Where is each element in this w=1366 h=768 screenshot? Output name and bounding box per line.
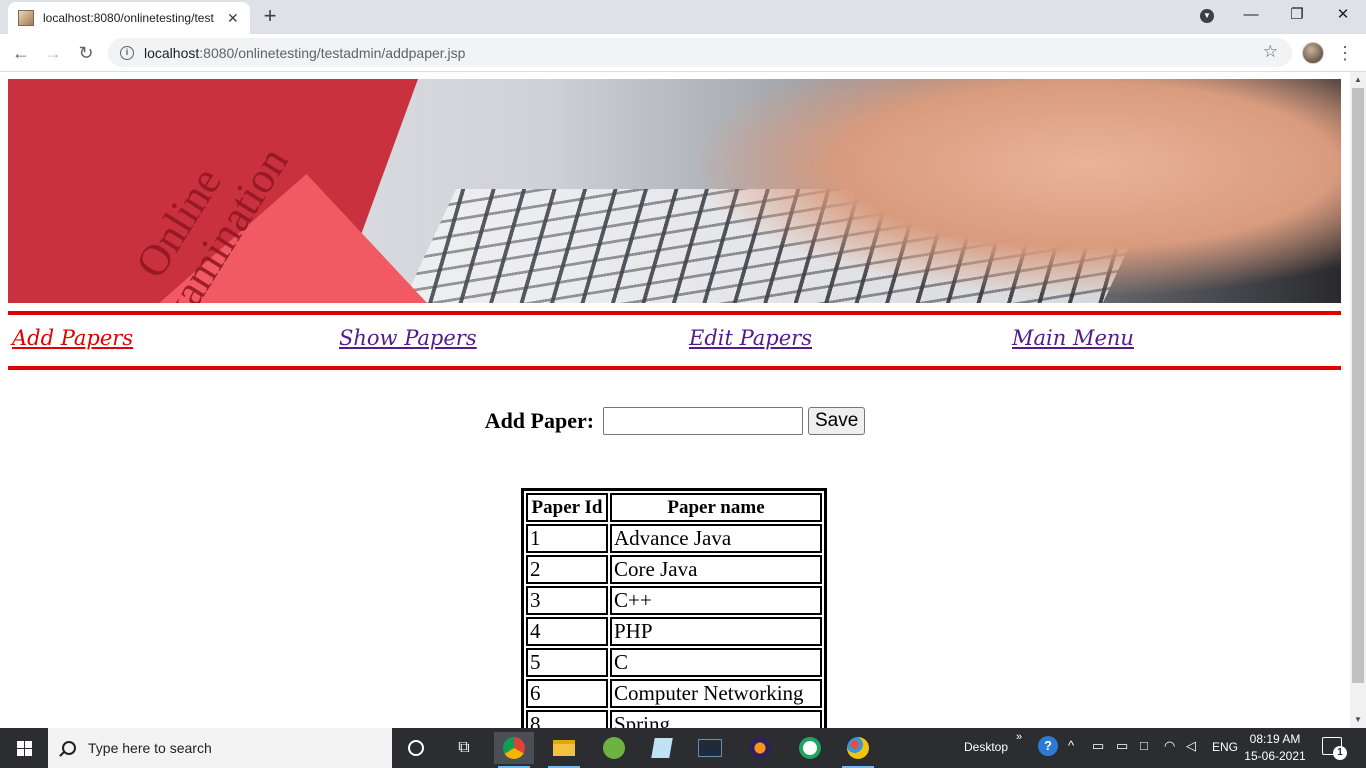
notepad-icon[interactable] xyxy=(642,732,682,764)
display-icon[interactable]: □ xyxy=(1140,738,1148,753)
windows-start-icon[interactable] xyxy=(0,728,48,768)
new-tab-button[interactable]: + xyxy=(258,5,282,29)
scrollbar-thumb[interactable] xyxy=(1352,88,1364,683)
paper-id-cell: 3 xyxy=(526,586,608,615)
paper-name-cell: Computer Networking xyxy=(610,679,822,708)
battery-icon[interactable]: ▭ xyxy=(1116,738,1128,754)
table-row: 8 Spring xyxy=(526,710,822,728)
cortana-icon[interactable] xyxy=(396,732,436,764)
browser-toolbar: ← → ↻ i localhost:8080/onlinetesting/tes… xyxy=(0,34,1366,72)
column-header-paper-name: Paper name xyxy=(610,493,822,522)
forward-arrow-icon[interactable]: → xyxy=(40,40,66,66)
language-indicator[interactable]: ENG xyxy=(1212,740,1238,754)
tab-title: localhost:8080/onlinetesting/test xyxy=(43,11,214,25)
search-placeholder: Type here to search xyxy=(88,740,212,756)
tab-close-icon[interactable]: ✕ xyxy=(227,10,239,27)
volume-icon[interactable]: ◁ xyxy=(1186,738,1196,754)
page-viewport: Online Examination Add Papers Show Paper… xyxy=(0,72,1350,728)
clock-date: 15-06-2021 xyxy=(1244,749,1306,763)
table-row: 2 Core Java xyxy=(526,555,822,584)
table-row: 1 Advance Java xyxy=(526,524,822,553)
page-scrollbar[interactable]: ▲ ▼ xyxy=(1350,72,1366,728)
paper-id-cell: 8 xyxy=(526,710,608,728)
chrome-profile-menu-icon[interactable]: ▼ xyxy=(1200,9,1214,23)
file-explorer-icon[interactable] xyxy=(544,732,584,768)
browser-tab[interactable]: localhost:8080/onlinetesting/test ✕ xyxy=(8,2,250,34)
bookmark-star-icon[interactable]: ☆ xyxy=(1263,42,1278,62)
add-paper-label: Add Paper: xyxy=(484,408,595,433)
taskbar-clock[interactable]: 08:19 AM 15-06-2021 xyxy=(1240,731,1310,765)
clock-time: 08:19 AM xyxy=(1249,732,1301,746)
help-icon[interactable]: ? xyxy=(1038,736,1058,756)
browser-tabstrip: localhost:8080/onlinetesting/test ✕ + ▼ … xyxy=(0,0,1366,34)
paint-icon[interactable] xyxy=(838,732,878,768)
check-app-icon[interactable] xyxy=(790,732,830,764)
desktop-toolbar-label[interactable]: Desktop xyxy=(964,740,1008,754)
paper-id-cell: 5 xyxy=(526,648,608,677)
search-icon xyxy=(62,741,76,755)
table-row: 4 PHP xyxy=(526,617,822,646)
notification-center-icon[interactable]: 1 xyxy=(1322,737,1347,760)
scroll-down-arrow-icon[interactable]: ▼ xyxy=(1350,712,1366,728)
table-row: 6 Computer Networking xyxy=(526,679,822,708)
banner-hands xyxy=(698,79,1341,294)
mysql-workbench-icon[interactable] xyxy=(690,732,730,764)
paper-id-cell: 4 xyxy=(526,617,608,646)
wifi-icon[interactable]: ◠ xyxy=(1164,738,1175,754)
toolbar-overflow-icon[interactable]: » xyxy=(1016,731,1022,743)
back-arrow-icon[interactable]: ← xyxy=(8,40,34,66)
paper-id-cell: 6 xyxy=(526,679,608,708)
eclipse-icon[interactable] xyxy=(740,732,780,764)
window-minimize-button[interactable]: — xyxy=(1228,0,1274,30)
paper-name-cell: C xyxy=(610,648,822,677)
window-close-button[interactable]: ✕ xyxy=(1320,0,1366,30)
nav-show-papers[interactable]: Show Papers xyxy=(339,326,477,350)
chrome-taskbar-icon[interactable] xyxy=(494,732,534,768)
profile-avatar[interactable] xyxy=(1302,42,1324,64)
task-view-icon[interactable]: ⧉ xyxy=(444,732,484,764)
table-row: 3 C++ xyxy=(526,586,822,615)
paper-name-input[interactable] xyxy=(602,407,803,435)
table-row: 5C xyxy=(526,648,822,677)
paper-id-cell: 1 xyxy=(526,524,608,553)
spring-tool-suite-icon[interactable] xyxy=(594,732,634,764)
notification-count-badge: 1 xyxy=(1333,746,1347,760)
paper-name-cell: PHP xyxy=(610,617,822,646)
papers-table: Paper Id Paper name 1 Advance Java 2 Core … xyxy=(521,488,827,728)
address-bar[interactable]: i localhost:8080/onlinetesting/testadmin… xyxy=(108,38,1292,67)
chrome-menu-icon[interactable]: ⋮ xyxy=(1336,42,1354,64)
show-hidden-icons-icon[interactable]: ^ xyxy=(1068,738,1074,753)
paper-name-cell: C++ xyxy=(610,586,822,615)
url-host: localhost xyxy=(144,44,200,61)
taskbar-search-box[interactable]: Type here to search xyxy=(48,728,392,768)
main-nav: Add Papers Show Papers Edit Papers Main … xyxy=(8,311,1341,370)
window-restore-button[interactable]: ❐ xyxy=(1274,0,1320,30)
site-info-icon[interactable]: i xyxy=(120,45,134,60)
nav-edit-papers[interactable]: Edit Papers xyxy=(689,326,812,350)
reload-icon[interactable]: ↻ xyxy=(73,40,99,66)
scroll-up-arrow-icon[interactable]: ▲ xyxy=(1350,72,1366,88)
url-path: :8080/onlinetesting/testadmin/addpaper.j… xyxy=(199,44,466,61)
nav-add-papers[interactable]: Add Papers xyxy=(12,326,133,350)
save-button[interactable]: Save xyxy=(807,407,866,435)
table-header-row: Paper Id Paper name xyxy=(526,493,822,522)
meet-now-icon[interactable]: ▭ xyxy=(1092,738,1104,754)
paper-id-cell: 2 xyxy=(526,555,608,584)
address-url[interactable]: localhost:8080/onlinetesting/testadmin/a… xyxy=(144,45,465,61)
nav-main-menu[interactable]: Main Menu xyxy=(1012,326,1134,350)
paper-name-cell: Advance Java xyxy=(610,524,822,553)
windows-taskbar: Type here to search ⧉ Desktop » ? ^ ▭ ▭ … xyxy=(0,728,1366,768)
add-paper-form: Add Paper: Save xyxy=(0,407,1350,435)
paper-name-cell: Spring xyxy=(610,710,822,728)
paper-name-cell: Core Java xyxy=(610,555,822,584)
page-favicon-icon xyxy=(18,10,34,26)
column-header-paper-id: Paper Id xyxy=(526,493,608,522)
header-banner-image: Online Examination xyxy=(8,79,1341,303)
